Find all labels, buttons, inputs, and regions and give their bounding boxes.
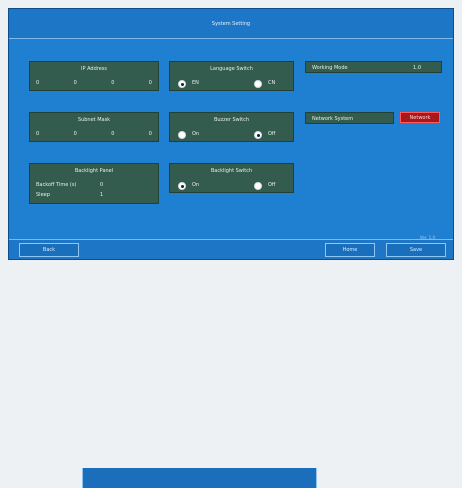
ip-address-values: 0 0 0 0 bbox=[36, 80, 152, 86]
page-title: System Setting bbox=[211, 20, 251, 27]
working-mode-panel: Working Mode 1.0 bbox=[305, 61, 442, 73]
backlight-switch-options: On Off bbox=[170, 180, 293, 192]
sleep-value[interactable]: 1 bbox=[100, 192, 103, 198]
backlight-panel: Backlight Panel Backoff Time (s) 0 Sleep… bbox=[29, 163, 159, 204]
subnet-mask-panel: Subnet Mask 0 0 0 0 bbox=[29, 112, 159, 142]
buzzer-on-radio[interactable] bbox=[178, 131, 186, 139]
language-switch-label: Language Switch bbox=[210, 66, 253, 72]
network-system-label: Network System bbox=[312, 116, 354, 122]
back-button[interactable]: Back bbox=[19, 243, 79, 257]
ip-address-octet-2[interactable]: 0 bbox=[74, 80, 77, 86]
buzzer-off-label: Off bbox=[268, 131, 276, 137]
ip-address-octet-4[interactable]: 0 bbox=[149, 80, 152, 86]
ip-address-panel: IP Address 0 0 0 0 bbox=[29, 61, 159, 91]
backoff-time-label: Backoff Time (s) bbox=[36, 182, 77, 188]
screen: System Setting IP Address 0 0 0 0 Subnet… bbox=[8, 8, 454, 488]
home-button[interactable]: Home bbox=[325, 243, 375, 257]
title-bar: System Setting bbox=[9, 9, 453, 39]
ip-address-label: IP Address bbox=[81, 66, 107, 72]
bottom-bar: Back Home Save bbox=[9, 239, 453, 488]
backlight-on-radio[interactable] bbox=[178, 182, 186, 190]
buzzer-off-radio[interactable] bbox=[254, 131, 262, 139]
language-en-label: EN bbox=[192, 80, 199, 86]
sleep-label: Sleep bbox=[36, 192, 50, 198]
buzzer-switch-panel: Buzzer Switch On Off bbox=[169, 112, 294, 142]
language-cn-radio[interactable] bbox=[254, 80, 262, 88]
buzzer-on-label: On bbox=[192, 131, 200, 137]
bottom-center-panel bbox=[82, 468, 317, 488]
working-mode-value[interactable]: 1.0 bbox=[413, 65, 421, 71]
ip-address-octet-1[interactable]: 0 bbox=[36, 80, 39, 86]
ip-address-octet-3[interactable]: 0 bbox=[111, 80, 114, 86]
subnet-mask-octet-1[interactable]: 0 bbox=[36, 131, 39, 137]
backlight-panel-label: Backlight Panel bbox=[74, 168, 114, 174]
backlight-off-label: Off bbox=[268, 182, 276, 188]
save-button[interactable]: Save bbox=[386, 243, 446, 257]
subnet-mask-values: 0 0 0 0 bbox=[36, 131, 152, 137]
language-switch-panel: Language Switch EN CN bbox=[169, 61, 294, 91]
backlight-off-radio[interactable] bbox=[254, 182, 262, 190]
network-system-panel: Network System bbox=[305, 112, 394, 124]
subnet-mask-octet-3[interactable]: 0 bbox=[111, 131, 114, 137]
network-system-button[interactable]: Network bbox=[400, 112, 440, 123]
language-switch-options: EN CN bbox=[170, 78, 293, 90]
backlight-switch-panel: Backlight Switch On Off bbox=[169, 163, 294, 193]
language-cn-label: CN bbox=[268, 80, 276, 86]
backlight-on-label: On bbox=[192, 182, 200, 188]
backlight-switch-label: Backlight Switch bbox=[210, 168, 253, 174]
working-mode-label: Working Mode bbox=[312, 65, 348, 71]
subnet-mask-octet-2[interactable]: 0 bbox=[74, 131, 77, 137]
language-en-radio[interactable] bbox=[178, 80, 186, 88]
buzzer-switch-label: Buzzer Switch bbox=[213, 117, 250, 123]
subnet-mask-label: Subnet Mask bbox=[77, 117, 111, 123]
subnet-mask-octet-4[interactable]: 0 bbox=[149, 131, 152, 137]
backoff-time-value[interactable]: 0 bbox=[100, 182, 103, 188]
buzzer-switch-options: On Off bbox=[170, 129, 293, 141]
